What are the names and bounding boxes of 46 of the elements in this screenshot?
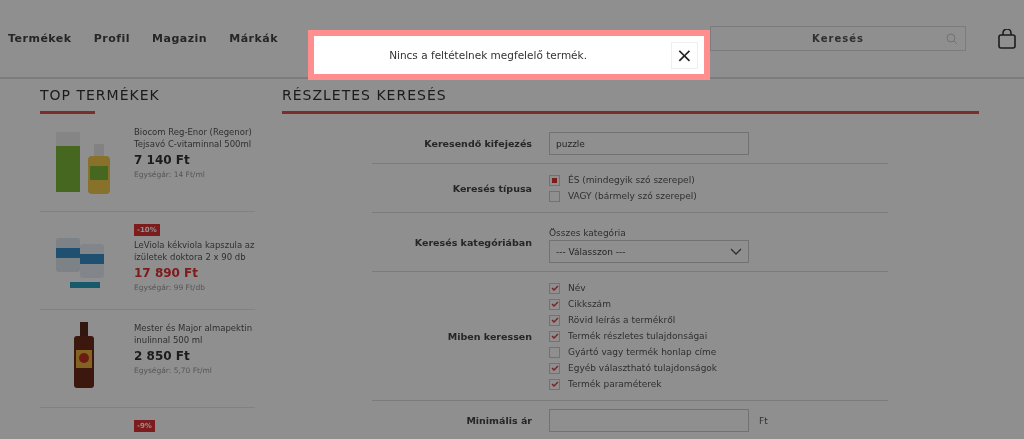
alert-message: Nincs a feltételnek megfelelő termék. — [389, 49, 587, 61]
checkbox[interactable] — [549, 282, 560, 294]
input-field[interactable]: puzzle — [549, 132, 749, 155]
section-title: RÉSZLETES KERESÉS — [282, 87, 448, 105]
checkbox[interactable] — [549, 298, 560, 310]
product-price: 7 140 Ft — [134, 153, 191, 167]
shopping-bag-icon[interactable] — [998, 28, 1016, 49]
close-button[interactable]: × — [671, 41, 698, 69]
radio-box[interactable] — [549, 190, 560, 202]
product-name[interactable]: Biocom Reg-Enor (Regenor) Tejsavó C-vitaminnal 500ml — [134, 126, 255, 150]
product-name[interactable]: Mester és Major almapektin inulinnal 500 ml — [134, 322, 255, 346]
nav-link[interactable]: Márkák — [229, 32, 279, 45]
option-label: Cikkszám — [568, 299, 611, 309]
product-name[interactable]: LeViola kékviola kapszula az ízületek doktora 2 x 90 db — [134, 239, 255, 263]
input-field[interactable] — [549, 409, 749, 432]
option-label: Név — [568, 283, 586, 293]
field-label: Keresés kategóriában — [413, 236, 532, 248]
nav-link[interactable]: Profil — [93, 32, 131, 45]
section-title: TOP TERMÉKEK — [40, 87, 161, 105]
checkbox[interactable] — [549, 314, 560, 326]
search-field[interactable]: Keresés — [710, 26, 966, 51]
option-label: Termék részletes tulajdonságai — [568, 331, 708, 341]
field-caption: Összes kategória — [549, 228, 626, 238]
field-label: Keresendő kifejezés — [423, 138, 532, 149]
nav-link[interactable]: Termékek — [8, 32, 72, 45]
option-label: Termék paraméterek — [568, 379, 662, 389]
field-label: Miben keressen — [446, 330, 532, 342]
radio-box[interactable] — [549, 174, 560, 186]
checkbox[interactable] — [549, 362, 560, 374]
checkbox[interactable] — [549, 346, 560, 358]
checkbox[interactable] — [549, 378, 560, 390]
option-label: ÉS (mindegyik szó szerepel) — [568, 175, 695, 185]
nav-link[interactable]: Magazin — [152, 32, 208, 45]
option-label: Rövid leírás a termékről — [568, 315, 676, 325]
option-label: Gyártó vagy termék honlap címe — [568, 347, 717, 357]
product-price: 2 850 Ft — [134, 349, 191, 363]
field-label: Keresés típusa — [451, 182, 532, 194]
category-select[interactable]: --- Válasszon --- — [549, 240, 749, 263]
option-label: VAGY (bármely szó szerepel) — [568, 191, 697, 201]
currency-label: Ft — [759, 415, 768, 426]
chevron-down-icon — [730, 248, 742, 255]
product-price: 17 890 Ft — [134, 266, 200, 280]
option-label: Egyéb választható tulajdonságok — [568, 363, 718, 373]
checkbox[interactable] — [549, 330, 560, 342]
field-label: Minimális ár — [465, 415, 532, 426]
search-icon — [946, 32, 958, 45]
